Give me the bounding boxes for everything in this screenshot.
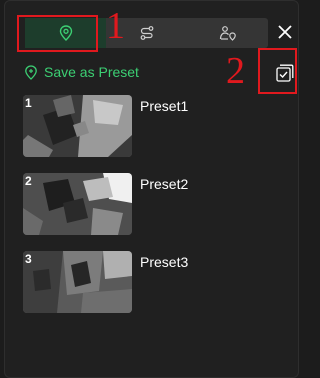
close-button[interactable] <box>274 21 296 43</box>
preset-panel: Save as Preset 1 Preset1 2 Preset2 3 Pre… <box>4 0 299 378</box>
save-as-preset-button[interactable]: Save as Preset <box>24 63 139 81</box>
preset-name: Preset3 <box>140 254 189 270</box>
preset-item[interactable]: 2 Preset2 <box>23 173 283 235</box>
preset-number: 3 <box>25 252 32 266</box>
annotation-number-1: 1 <box>106 5 125 47</box>
annotation-box-2 <box>258 48 297 94</box>
preset-number: 1 <box>25 96 32 110</box>
preset-item[interactable]: 3 Preset3 <box>23 251 283 313</box>
close-icon <box>278 25 292 39</box>
preset-name: Preset1 <box>140 98 189 114</box>
location-pin-icon <box>25 64 37 80</box>
annotation-box-1 <box>17 15 98 52</box>
person-location-icon <box>219 26 236 41</box>
preset-item[interactable]: 1 Preset1 <box>23 95 283 157</box>
preset-number: 2 <box>25 174 32 188</box>
save-as-preset-label: Save as Preset <box>44 64 139 80</box>
tab-tracking[interactable] <box>187 18 268 48</box>
preset-thumbnail: 3 <box>23 251 132 313</box>
preset-thumbnail: 2 <box>23 173 132 235</box>
annotation-number-2: 2 <box>226 50 245 92</box>
preset-name: Preset2 <box>140 176 189 192</box>
preset-thumbnail: 1 <box>23 95 132 157</box>
route-icon <box>140 26 153 40</box>
